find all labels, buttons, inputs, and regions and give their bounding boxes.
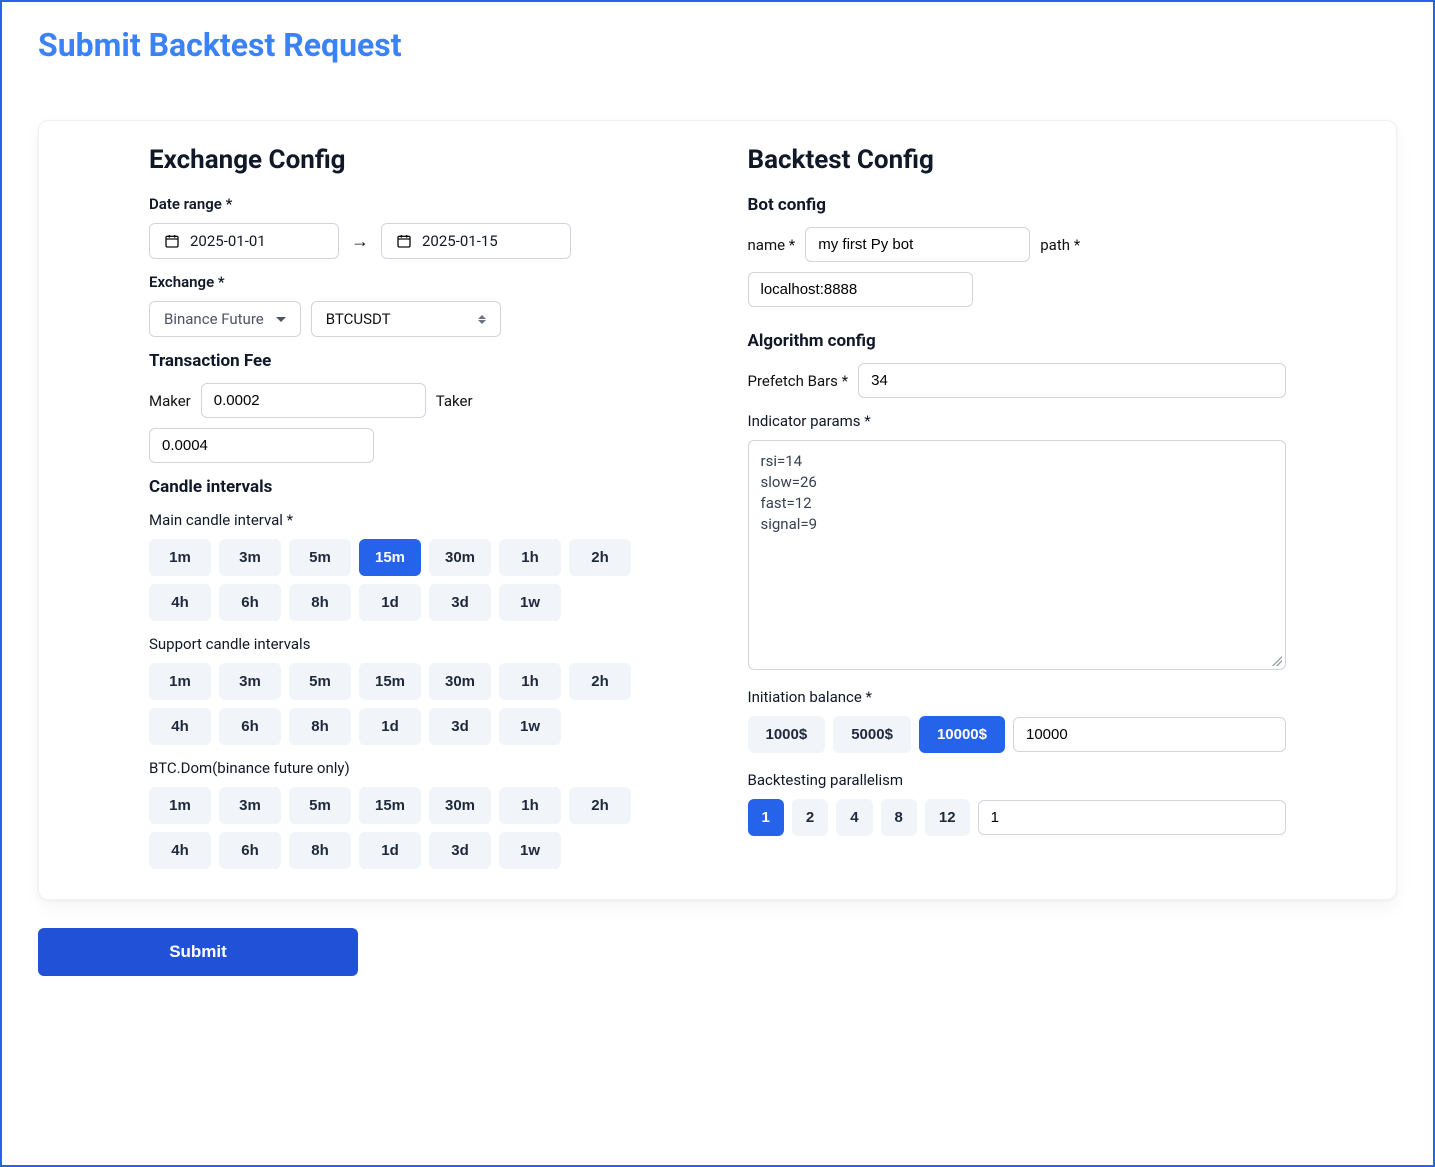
interval-chip-15m[interactable]: 15m	[359, 663, 421, 700]
bot-path-input[interactable]	[748, 272, 973, 307]
config-card: Exchange Config Date range * 2025-01-01 …	[38, 120, 1397, 900]
indicator-params-label: Indicator params *	[748, 412, 1287, 430]
parallel-chip-12[interactable]: 12	[925, 799, 970, 836]
interval-chip-1h[interactable]: 1h	[499, 539, 561, 576]
exchange-config-column: Exchange Config Date range * 2025-01-01 …	[149, 145, 688, 869]
parallel-chip-4[interactable]: 4	[836, 799, 872, 836]
date-end-value: 2025-01-15	[422, 232, 498, 250]
interval-chip-3m[interactable]: 3m	[219, 787, 281, 824]
interval-chip-30m[interactable]: 30m	[429, 539, 491, 576]
interval-chip-1w[interactable]: 1w	[499, 708, 561, 745]
date-end-input[interactable]: 2025-01-15	[381, 223, 571, 259]
page-title: Submit Backtest Request	[38, 26, 1397, 64]
transaction-fee-heading: Transaction Fee	[149, 351, 688, 371]
interval-chip-3d[interactable]: 3d	[429, 584, 491, 621]
parallelism-label: Backtesting parallelism	[748, 771, 1287, 789]
prefetch-input[interactable]	[858, 363, 1286, 398]
calendar-icon	[164, 233, 180, 249]
updown-icon	[478, 315, 486, 324]
interval-chip-3m[interactable]: 3m	[219, 663, 281, 700]
interval-chip-8h[interactable]: 8h	[289, 708, 351, 745]
interval-chip-8h[interactable]: 8h	[289, 584, 351, 621]
prefetch-label: Prefetch Bars *	[748, 372, 849, 390]
interval-chip-3m[interactable]: 3m	[219, 539, 281, 576]
maker-label: Maker	[149, 392, 191, 410]
bot-name-label: name *	[748, 236, 796, 254]
chevron-down-icon	[276, 317, 286, 322]
interval-chip-5m[interactable]: 5m	[289, 663, 351, 700]
balance-chip-1000$[interactable]: 1000$	[748, 716, 826, 753]
exchange-label: Exchange *	[149, 273, 688, 291]
interval-chip-1h[interactable]: 1h	[499, 787, 561, 824]
interval-chip-1w[interactable]: 1w	[499, 832, 561, 869]
interval-chip-30m[interactable]: 30m	[429, 787, 491, 824]
interval-chip-4h[interactable]: 4h	[149, 584, 211, 621]
interval-chip-3d[interactable]: 3d	[429, 832, 491, 869]
interval-chip-6h[interactable]: 6h	[219, 584, 281, 621]
parallelism-input[interactable]	[978, 800, 1286, 835]
interval-chip-1w[interactable]: 1w	[499, 584, 561, 621]
interval-chip-1d[interactable]: 1d	[359, 584, 421, 621]
date-start-value: 2025-01-01	[190, 232, 266, 250]
interval-chip-2h[interactable]: 2h	[569, 539, 631, 576]
taker-input[interactable]	[149, 428, 374, 463]
main-interval-label: Main candle interval *	[149, 511, 688, 529]
symbol-select-value: BTCUSDT	[326, 310, 391, 328]
interval-chip-4h[interactable]: 4h	[149, 708, 211, 745]
balance-chip-10000$[interactable]: 10000$	[919, 716, 1005, 753]
bot-name-input[interactable]	[805, 227, 1030, 262]
algorithm-config-heading: Algorithm config	[748, 331, 1287, 351]
exchange-select[interactable]: Binance Future	[149, 301, 301, 337]
arrow-right-icon: →	[349, 231, 371, 252]
backtest-config-title: Backtest Config	[748, 145, 1287, 175]
date-start-input[interactable]: 2025-01-01	[149, 223, 339, 259]
interval-chip-1d[interactable]: 1d	[359, 708, 421, 745]
indicator-params-textarea[interactable]: rsi=14 slow=26 fast=12 signal=9	[748, 440, 1287, 670]
interval-chip-1m[interactable]: 1m	[149, 539, 211, 576]
initiation-balance-row: 1000$5000$10000$	[748, 716, 1287, 753]
balance-input[interactable]	[1013, 717, 1286, 752]
interval-chip-6h[interactable]: 6h	[219, 708, 281, 745]
exchange-config-title: Exchange Config	[149, 145, 688, 175]
taker-label: Taker	[436, 392, 473, 410]
bot-path-label: path *	[1040, 236, 1080, 254]
support-interval-grid: 1m3m5m15m30m1h2h 4h6h8h1d3d1w	[149, 663, 688, 745]
backtest-config-column: Backtest Config Bot config name * path *…	[748, 145, 1287, 869]
interval-chip-2h[interactable]: 2h	[569, 663, 631, 700]
bot-config-heading: Bot config	[748, 195, 1287, 215]
interval-chip-15m[interactable]: 15m	[359, 787, 421, 824]
calendar-icon	[396, 233, 412, 249]
parallel-chip-2[interactable]: 2	[792, 799, 828, 836]
interval-chip-6h[interactable]: 6h	[219, 832, 281, 869]
interval-chip-5m[interactable]: 5m	[289, 539, 351, 576]
symbol-select[interactable]: BTCUSDT	[311, 301, 501, 337]
exchange-select-value: Binance Future	[164, 310, 264, 328]
submit-button[interactable]: Submit	[38, 928, 358, 976]
interval-chip-1h[interactable]: 1h	[499, 663, 561, 700]
main-interval-grid: 1m3m5m15m30m1h2h 4h6h8h1d3d1w	[149, 539, 688, 621]
interval-chip-30m[interactable]: 30m	[429, 663, 491, 700]
interval-chip-5m[interactable]: 5m	[289, 787, 351, 824]
interval-chip-15m[interactable]: 15m	[359, 539, 421, 576]
interval-chip-2h[interactable]: 2h	[569, 787, 631, 824]
btcdom-interval-label: BTC.Dom(binance future only)	[149, 759, 688, 777]
interval-chip-1m[interactable]: 1m	[149, 663, 211, 700]
maker-input[interactable]	[201, 383, 426, 418]
btcdom-interval-grid: 1m3m5m15m30m1h2h 4h6h8h1d3d1w	[149, 787, 688, 869]
interval-chip-4h[interactable]: 4h	[149, 832, 211, 869]
balance-chip-5000$[interactable]: 5000$	[833, 716, 911, 753]
parallel-chip-8[interactable]: 8	[881, 799, 917, 836]
parallelism-row: 124812	[748, 799, 1287, 836]
interval-chip-1m[interactable]: 1m	[149, 787, 211, 824]
date-range-label: Date range *	[149, 195, 688, 213]
interval-chip-3d[interactable]: 3d	[429, 708, 491, 745]
support-interval-label: Support candle intervals	[149, 635, 688, 653]
candle-intervals-heading: Candle intervals	[149, 477, 688, 497]
interval-chip-8h[interactable]: 8h	[289, 832, 351, 869]
parallel-chip-1[interactable]: 1	[748, 799, 784, 836]
initiation-balance-label: Initiation balance *	[748, 688, 1287, 706]
interval-chip-1d[interactable]: 1d	[359, 832, 421, 869]
